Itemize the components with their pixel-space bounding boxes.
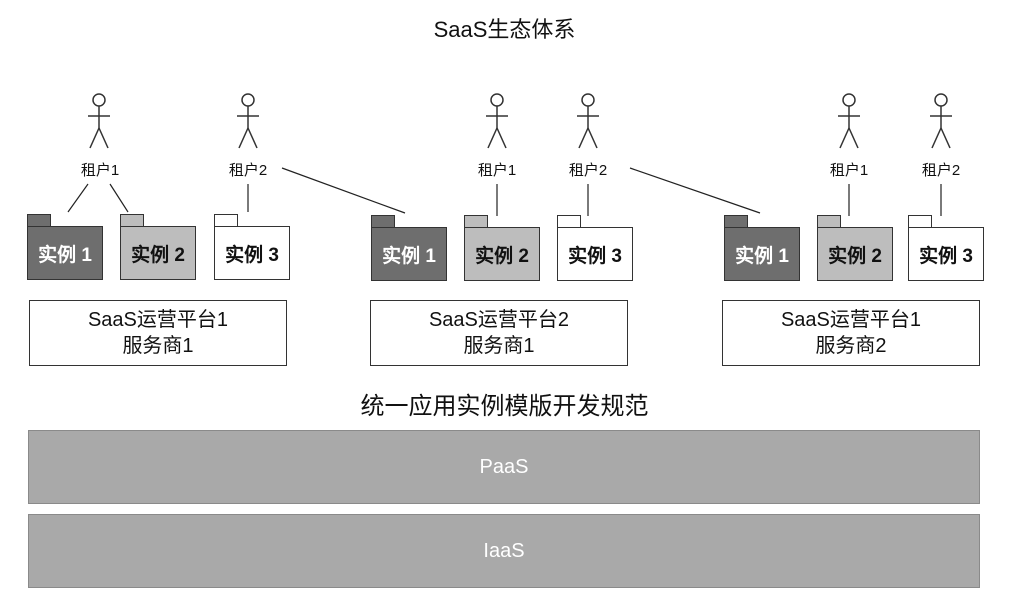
instance-label: 实例 1	[724, 227, 800, 281]
instance-label: 实例 3	[908, 227, 984, 281]
spec-label: 统一应用实例模版开发规范	[360, 393, 649, 420]
saas-platform-box: SaaS运营平台1 服务商2	[722, 300, 980, 366]
instance-folder: 实例 3	[214, 214, 290, 282]
provider-name: 服务商2	[815, 335, 887, 357]
instance-folder: 实例 3	[908, 215, 984, 283]
provider-name: 服务商1	[463, 335, 535, 357]
tenant-actor-icon	[577, 93, 599, 149]
instance-folder: 实例 3	[557, 215, 633, 283]
connector-line	[281, 167, 406, 214]
tenant-actor-icon	[486, 93, 508, 149]
tenant-label: 租户1	[80, 162, 120, 179]
instance-folder: 实例 1	[724, 215, 800, 283]
connector-line	[67, 183, 89, 213]
connector-line	[629, 167, 761, 214]
instance-folder: 实例 2	[817, 215, 893, 283]
instance-label: 实例 3	[557, 227, 633, 281]
instance-folder: 实例 1	[27, 214, 103, 282]
tenant-actor-icon	[838, 93, 860, 149]
instance-label: 实例 1	[27, 226, 103, 280]
instance-folder: 实例 2	[120, 214, 196, 282]
instance-folder: 实例 2	[464, 215, 540, 283]
platform-name: SaaS运营平台1	[780, 309, 922, 331]
tenant-label: 租户2	[228, 162, 268, 179]
instance-label: 实例 2	[817, 227, 893, 281]
provider-name: 服务商1	[122, 335, 194, 357]
paas-layer: PaaS	[28, 430, 980, 504]
tenant-actor-icon	[930, 93, 952, 149]
saas-platform-box: SaaS运营平台1 服务商1	[29, 300, 287, 366]
instance-label: 实例 1	[371, 227, 447, 281]
tenant-label: 租户2	[921, 162, 961, 179]
iaas-layer: IaaS	[28, 514, 980, 588]
instance-label: 实例 2	[120, 226, 196, 280]
tenant-actor-icon	[237, 93, 259, 149]
platform-name: SaaS运营平台1	[87, 309, 229, 331]
instance-label: 实例 3	[214, 226, 290, 280]
platform-name: SaaS运营平台2	[428, 309, 570, 331]
tenant-label: 租户2	[568, 162, 608, 179]
tenant-actor-icon	[88, 93, 110, 149]
instance-label: 实例 2	[464, 227, 540, 281]
tenant-label: 租户1	[477, 162, 517, 179]
instance-folder: 实例 1	[371, 215, 447, 283]
saas-platform-box: SaaS运营平台2 服务商1	[370, 300, 628, 366]
tenant-label: 租户1	[829, 162, 869, 179]
connector-lines	[67, 167, 942, 216]
connector-line	[109, 183, 129, 213]
